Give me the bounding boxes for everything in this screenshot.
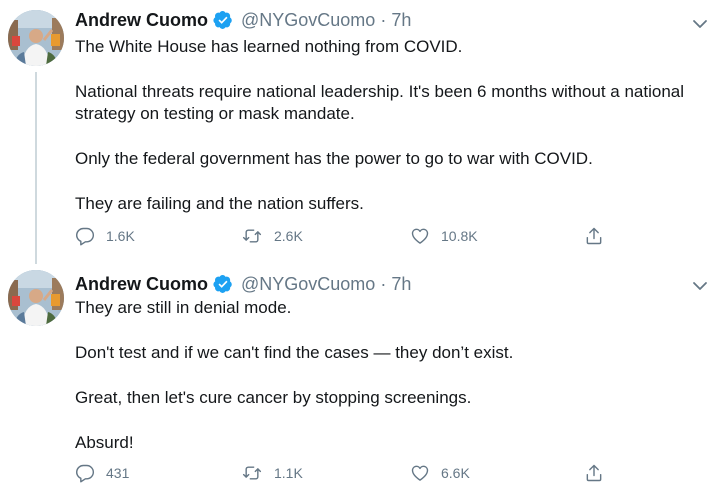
like-count: 10.8K xyxy=(441,228,478,244)
retweet-count: 1.1K xyxy=(274,465,303,481)
tweet-paragraph: They are still in denial mode. xyxy=(75,298,292,317)
share-button[interactable] xyxy=(584,226,615,246)
tweet-actions: 1.6K 2.6K 10.8K xyxy=(75,226,615,252)
tweet-paragraph: National threats require national leader… xyxy=(75,82,685,123)
verified-badge-icon xyxy=(213,274,233,294)
share-button[interactable] xyxy=(584,463,615,483)
separator-dot: · xyxy=(380,9,387,30)
retweet-icon xyxy=(242,466,262,480)
tweet-actions: 431 1.1K 6.6K xyxy=(75,463,615,489)
separator-dot: · xyxy=(380,273,387,294)
tweet-paragraph: Great, then let's cure cancer by stoppin… xyxy=(75,388,472,407)
chevron-down-icon[interactable] xyxy=(690,14,710,34)
reply-icon xyxy=(76,227,95,246)
timestamp[interactable]: 7h xyxy=(391,274,411,295)
timestamp[interactable]: 7h xyxy=(391,10,411,31)
reply-count: 431 xyxy=(106,465,130,481)
tweet-paragraph: Don't test and if we can't find the case… xyxy=(75,343,514,362)
like-button[interactable]: 6.6K xyxy=(410,463,470,483)
heart-icon xyxy=(411,465,429,481)
tweet-paragraph: Only the federal government has the powe… xyxy=(75,149,593,168)
reply-button[interactable]: 431 xyxy=(75,463,129,483)
retweet-button[interactable]: 1.1K xyxy=(241,463,303,483)
retweet-icon xyxy=(242,229,262,243)
thread-line xyxy=(35,72,37,264)
tweet-text: They are still in denial mode. Don't tes… xyxy=(75,297,695,477)
reply-icon xyxy=(76,464,95,483)
tweet[interactable]: Andrew Cuomo @NYGovCuomo · 7h They are s… xyxy=(0,266,720,483)
like-count: 6.6K xyxy=(441,465,470,481)
like-button[interactable]: 10.8K xyxy=(410,226,478,246)
author-handle[interactable]: @NYGovCuomo xyxy=(241,274,375,295)
avatar[interactable] xyxy=(8,270,64,326)
retweet-button[interactable]: 2.6K xyxy=(241,226,303,246)
share-icon xyxy=(586,227,602,245)
retweet-count: 2.6K xyxy=(274,228,303,244)
tweet-text: The White House has learned nothing from… xyxy=(75,36,695,238)
tweet-paragraph: Absurd! xyxy=(75,433,134,452)
tweet-header: Andrew Cuomo @NYGovCuomo · 7h xyxy=(75,8,411,32)
tweet-paragraph: They are failing and the nation suffers. xyxy=(75,194,364,213)
reply-count: 1.6K xyxy=(106,228,135,244)
author-name[interactable]: Andrew Cuomo xyxy=(75,274,208,295)
share-icon xyxy=(586,464,602,482)
tweet-header: Andrew Cuomo @NYGovCuomo · 7h xyxy=(75,272,411,296)
author-name[interactable]: Andrew Cuomo xyxy=(75,10,208,31)
tweet-paragraph: The White House has learned nothing from… xyxy=(75,37,463,56)
verified-badge-icon xyxy=(213,10,233,30)
reply-button[interactable]: 1.6K xyxy=(75,226,135,246)
tweet[interactable]: Andrew Cuomo @NYGovCuomo · 7h The White … xyxy=(0,0,720,266)
chevron-down-icon[interactable] xyxy=(690,276,710,296)
avatar[interactable] xyxy=(8,10,64,66)
author-handle[interactable]: @NYGovCuomo xyxy=(241,10,375,31)
heart-icon xyxy=(411,228,429,244)
